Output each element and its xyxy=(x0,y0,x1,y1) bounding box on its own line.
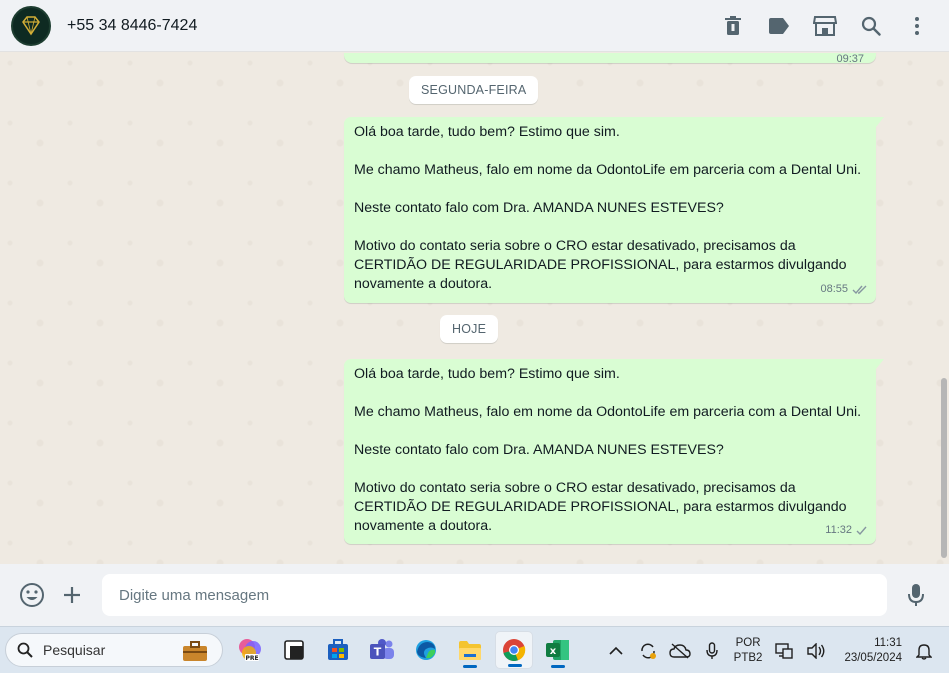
date-separator: SEGUNDA-FEIRA xyxy=(409,76,539,104)
taskbar-search[interactable]: Pesquisar xyxy=(5,633,223,667)
attach-plus-icon[interactable] xyxy=(58,581,86,609)
system-tray: POR PTB2 11:31 23/05/2024 xyxy=(600,627,949,673)
previous-message-bubble[interactable]: 09:37 xyxy=(344,53,876,65)
language-code: POR xyxy=(735,636,761,649)
message-line: Motivo do contato seria sobre o CRO esta… xyxy=(354,480,847,534)
delete-icon[interactable] xyxy=(721,14,745,38)
chat-header: +55 34 8446-7424 xyxy=(0,0,949,52)
excel-app-icon[interactable]: x xyxy=(539,631,577,669)
scrollbar-thumb[interactable] xyxy=(941,378,947,558)
notification-bell-icon[interactable] xyxy=(913,640,935,662)
contact-name[interactable]: +55 34 8446-7424 xyxy=(67,17,197,35)
chrome-app-icon[interactable] xyxy=(495,631,533,669)
message-line: Motivo do contato seria sobre o CRO esta… xyxy=(354,238,847,292)
clock[interactable]: 11:31 23/05/2024 xyxy=(844,636,902,666)
language-indicator[interactable]: POR PTB2 xyxy=(734,636,763,666)
copilot-app-icon[interactable]: PRE xyxy=(231,631,269,669)
store-app-icon[interactable] xyxy=(319,631,357,669)
cloud-offline-icon[interactable] xyxy=(668,640,691,662)
emoji-icon[interactable] xyxy=(18,581,46,609)
chevron-up-icon[interactable] xyxy=(605,640,627,662)
volume-icon[interactable] xyxy=(805,640,827,662)
teams-app-icon[interactable]: T xyxy=(363,631,401,669)
message-time: 08:55 xyxy=(820,283,848,295)
svg-text:PRE: PRE xyxy=(245,655,258,662)
keyboard-layout: PTB2 xyxy=(733,651,763,664)
briefcase-icon xyxy=(183,641,207,661)
microphone-icon[interactable] xyxy=(902,581,930,609)
double-check-icon xyxy=(852,285,867,295)
message-composer xyxy=(0,564,949,626)
message-time: 09:37 xyxy=(836,53,864,65)
contact-avatar[interactable] xyxy=(11,5,51,46)
single-check-icon xyxy=(856,526,867,536)
search-icon[interactable] xyxy=(859,14,883,38)
message-line: Neste contato falo com Dra. AMANDA NUNES… xyxy=(354,200,724,216)
menu-icon[interactable] xyxy=(905,14,929,38)
running-indicator xyxy=(463,665,477,668)
chat-area[interactable]: 09:37 SEGUNDA-FEIRA Olá boa tarde, tudo … xyxy=(0,53,949,564)
message-input[interactable] xyxy=(102,574,887,616)
active-indicator xyxy=(508,664,522,667)
search-icon xyxy=(16,641,34,659)
label-icon[interactable] xyxy=(767,14,791,38)
clock-date: 23/05/2024 xyxy=(844,651,902,664)
microphone-tray-icon[interactable] xyxy=(701,640,723,662)
message-bubble[interactable]: Olá boa tarde, tudo bem? Estimo que sim.… xyxy=(344,117,884,303)
message-bubble[interactable]: Olá boa tarde, tudo bem? Estimo que sim.… xyxy=(344,359,884,544)
sync-icon[interactable] xyxy=(637,640,659,662)
network-icon[interactable] xyxy=(773,640,795,662)
task-view-icon[interactable] xyxy=(275,631,313,669)
message-line: Me chamo Matheus, falo em nome da Odonto… xyxy=(354,162,862,178)
diamond-logo-icon xyxy=(22,15,40,35)
search-label: Pesquisar xyxy=(43,642,106,658)
message-line: Olá boa tarde, tudo bem? Estimo que sim. xyxy=(354,366,620,382)
message-line: Neste contato falo com Dra. AMANDA NUNES… xyxy=(354,442,724,458)
clock-time: 11:31 xyxy=(874,636,902,649)
windows-taskbar: Pesquisar PRE T x POR PTB2 11:31 23/05/2… xyxy=(0,626,949,673)
svg-text:T: T xyxy=(374,646,382,659)
svg-text:x: x xyxy=(550,646,557,657)
file-explorer-icon[interactable] xyxy=(451,631,489,669)
date-separator: HOJE xyxy=(440,315,499,343)
edge-app-icon[interactable] xyxy=(407,631,445,669)
message-line: Me chamo Matheus, falo em nome da Odonto… xyxy=(354,404,862,420)
running-indicator xyxy=(551,665,565,668)
catalog-icon[interactable] xyxy=(813,14,837,38)
message-time: 11:32 xyxy=(825,524,852,536)
message-line: Olá boa tarde, tudo bem? Estimo que sim. xyxy=(354,124,620,140)
